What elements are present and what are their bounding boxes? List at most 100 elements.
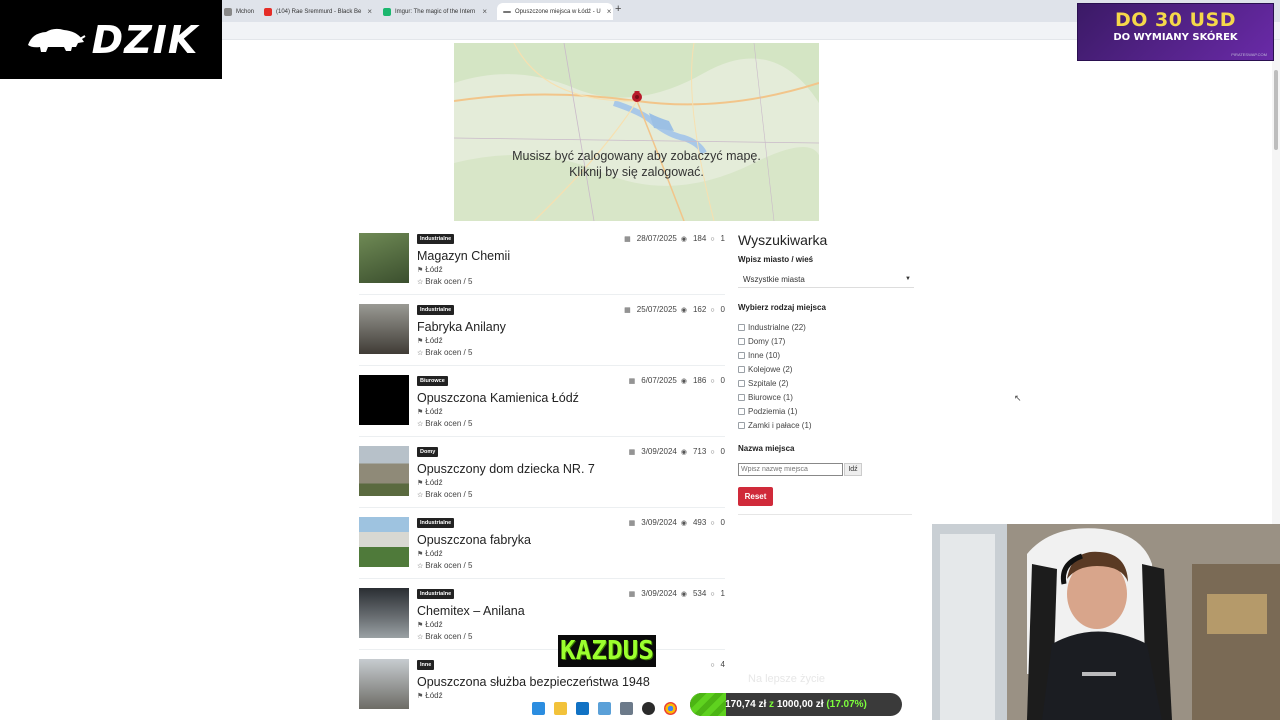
type-checkbox[interactable]: Podziemia (1): [738, 407, 797, 416]
place-comments: 0: [720, 376, 725, 385]
taskbar: [532, 698, 686, 718]
signpost-icon: ⚑: [417, 622, 424, 629]
place-views: 162: [692, 305, 707, 314]
go-button[interactable]: Idź: [844, 463, 862, 476]
list-item[interactable]: Industrialne Opuszczona fabryka ⚑ Łódź ☆ B…: [359, 517, 725, 579]
place-title[interactable]: Opuszczona służba bezpieczeństwa 1948: [417, 675, 650, 689]
advert-subline: DO WYMIANY SKÓREK: [1113, 32, 1238, 43]
type-checkbox-label: Podziemia (1): [748, 407, 798, 416]
place-title[interactable]: Chemitex – Anilana: [417, 604, 525, 618]
calendar-icon: ▦: [624, 236, 631, 243]
signpost-icon: ⚑: [417, 267, 424, 274]
calculator-icon[interactable]: [620, 701, 633, 715]
tab-label: Mchon: [236, 8, 255, 15]
type-checkbox[interactable]: Biurowce (1): [738, 393, 793, 402]
place-rating: ☆ Brak ocen / 5: [417, 561, 472, 570]
type-checkbox[interactable]: Industrialne (22): [738, 323, 806, 332]
checkbox-icon[interactable]: [738, 394, 745, 401]
checkbox-icon[interactable]: [738, 324, 745, 331]
place-comments: 0: [720, 305, 725, 314]
place-title[interactable]: Opuszczona Kamienica Łódź: [417, 391, 579, 405]
type-checkbox[interactable]: Inne (10): [738, 351, 780, 360]
obs-icon[interactable]: [642, 701, 655, 715]
category-badge[interactable]: Industrialne: [417, 234, 455, 244]
close-tab-icon[interactable]: ×: [601, 7, 612, 16]
place-views: 184: [692, 234, 707, 243]
place-rating: ☆ Brak ocen / 5: [417, 419, 472, 428]
map-login-message[interactable]: Musisz być zalogowany aby zobaczyć mapę.…: [454, 148, 819, 180]
signpost-icon: ⚑: [417, 693, 424, 700]
place-thumbnail[interactable]: [359, 659, 409, 709]
list-item[interactable]: Industrialne Magazyn Chemii ⚑ Łódź ☆ Brak …: [359, 233, 725, 295]
place-comments: 1: [720, 589, 725, 598]
close-tab-icon[interactable]: ×: [361, 7, 372, 16]
place-comments: 1: [720, 234, 725, 243]
checkbox-icon[interactable]: [738, 338, 745, 345]
search-panel: Wyszukiwarka Wpisz miasto / wieś Wszystk…: [738, 232, 914, 515]
category-badge[interactable]: Industrialne: [417, 518, 455, 528]
type-checkbox[interactable]: Zamki i pałace (1): [738, 421, 812, 430]
checkbox-icon[interactable]: [738, 380, 745, 387]
comment-icon: ○: [710, 520, 715, 527]
place-thumbnail[interactable]: [359, 233, 409, 283]
file-explorer-icon[interactable]: [554, 701, 567, 715]
place-city-label: Łódź: [425, 549, 443, 558]
type-checkbox[interactable]: Szpitale (2): [738, 379, 788, 388]
place-thumbnail[interactable]: [359, 304, 409, 354]
reset-button[interactable]: Reset: [738, 487, 773, 506]
category-badge[interactable]: Inne: [417, 660, 435, 670]
category-badge[interactable]: Industrialne: [417, 305, 455, 315]
new-tab-button[interactable]: +: [615, 3, 621, 15]
place-title[interactable]: Fabryka Anilany: [417, 320, 506, 334]
list-item[interactable]: Industrialne Fabryka Anilany ⚑ Łódź ☆ Brak…: [359, 304, 725, 366]
chevron-down-icon: ▼: [905, 276, 911, 282]
browser-tab[interactable]: Imgur: The magic of the Intern ×: [377, 3, 493, 20]
place-meta: ▦ 6/07/2025 ◉ 186 ○ 0: [625, 376, 725, 385]
place-meta: ▦ 25/07/2025 ◉ 162 ○ 0: [620, 305, 725, 314]
map-preview[interactable]: Musisz być zalogowany aby zobaczyć mapę.…: [454, 43, 819, 221]
chrome-icon[interactable]: [664, 701, 677, 715]
place-meta: ○ 4: [706, 660, 725, 669]
place-thumbnail[interactable]: [359, 517, 409, 567]
signpost-icon: ⚑: [417, 480, 424, 487]
list-item[interactable]: Biurowce Opuszczona Kamienica Łódź ⚑ Łódź…: [359, 375, 725, 437]
category-badge[interactable]: Industrialne: [417, 589, 455, 599]
browser-tab[interactable]: (104) Rae Sremmurd - Black Be ×: [258, 3, 374, 20]
checkbox-icon[interactable]: [738, 422, 745, 429]
imgur-icon: [383, 7, 391, 16]
list-item[interactable]: Industrialne Chemitex – Anilana ⚑ Łódź ☆ B…: [359, 588, 725, 650]
close-tab-icon[interactable]: ×: [476, 7, 487, 16]
app-icon[interactable]: [598, 701, 611, 715]
map-message-line1: Musisz być zalogowany aby zobaczyć mapę.: [512, 149, 761, 163]
place-name-input[interactable]: [738, 463, 843, 476]
outlook-icon[interactable]: [576, 701, 589, 715]
type-checkbox[interactable]: Domy (17): [738, 337, 785, 346]
checkbox-icon[interactable]: [738, 352, 745, 359]
place-thumbnail[interactable]: [359, 588, 409, 638]
city-select[interactable]: Wszystkie miasta ▼: [738, 275, 914, 288]
place-thumbnail[interactable]: [359, 446, 409, 496]
donation-separator: z: [769, 699, 775, 710]
advert-banner[interactable]: DO 30 USD DO WYMIANY SKÓREK PIRATESWAP.C…: [1077, 3, 1274, 61]
windows-start-icon[interactable]: [532, 701, 545, 715]
place-rating-label: Brak ocen / 5: [425, 490, 473, 499]
place-title[interactable]: Opuszczona fabryka: [417, 533, 531, 547]
comment-icon: ○: [710, 449, 715, 456]
place-title[interactable]: Opuszczony dom dziecka NR. 7: [417, 462, 595, 476]
list-item[interactable]: Domy Opuszczony dom dziecka NR. 7 ⚑ Łódź …: [359, 446, 725, 508]
place-date: 3/09/2024: [641, 518, 677, 527]
place-title[interactable]: Magazyn Chemii: [417, 249, 510, 263]
place-rating-label: Brak ocen / 5: [425, 419, 473, 428]
browser-tab-active[interactable]: Opuszczone miejsca w Łódź - U ×: [497, 3, 613, 20]
checkbox-icon[interactable]: [738, 408, 745, 415]
logo-text: DZIK: [91, 17, 199, 62]
category-badge[interactable]: Domy: [417, 447, 439, 457]
checkbox-icon[interactable]: [738, 366, 745, 373]
place-thumbnail[interactable]: [359, 375, 409, 425]
category-badge[interactable]: Biurowce: [417, 376, 448, 386]
scrollbar-thumb[interactable]: [1274, 70, 1278, 150]
eye-icon: ◉: [680, 307, 687, 314]
place-city-label: Łódź: [425, 691, 443, 700]
browser-tab[interactable]: Mchon ×: [218, 3, 258, 20]
type-checkbox[interactable]: Kolejowe (2): [738, 365, 792, 374]
